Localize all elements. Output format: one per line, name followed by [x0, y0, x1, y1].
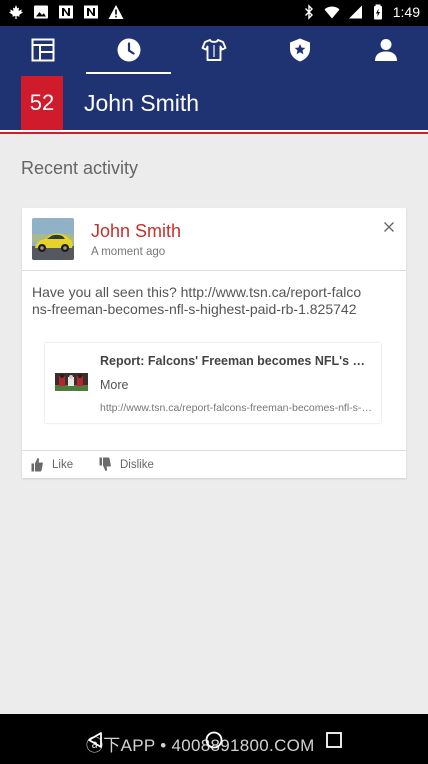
card-actions-divider [22, 450, 406, 451]
tab-recent-activity[interactable] [86, 26, 171, 74]
post-author[interactable]: John Smith [91, 221, 181, 242]
warning-icon [108, 5, 124, 19]
signal-icon [348, 5, 362, 19]
dashboard-icon [31, 38, 54, 62]
recents-icon[interactable] [325, 731, 343, 749]
top-navigation [0, 26, 428, 74]
car-photo [32, 218, 74, 260]
tab-dashboard[interactable] [0, 26, 85, 74]
player-name: John Smith [84, 90, 200, 116]
dislike-button[interactable]: Dislike [99, 457, 154, 472]
status-time: 1:49 [392, 4, 420, 20]
dislike-label: Dislike [120, 458, 154, 471]
wifi-icon [324, 6, 340, 19]
shield-star-icon [289, 38, 310, 62]
close-icon[interactable] [383, 221, 395, 233]
like-label: Like [52, 458, 74, 471]
header-divider-red [0, 132, 428, 134]
status-notification-icons [8, 4, 124, 20]
post-timestamp: A moment ago [91, 246, 166, 258]
tab-jersey[interactable] [171, 26, 256, 74]
thumbs-down-icon [99, 457, 111, 471]
n-app-icon [84, 5, 98, 19]
tab-badge[interactable] [257, 26, 342, 74]
player-header [0, 74, 428, 130]
person-icon [374, 39, 397, 61]
link-preview[interactable]: Report: Falcons' Freeman becomes NFL's h… [45, 343, 381, 423]
jersey-number-badge: 52 [21, 76, 63, 130]
avatar[interactable] [32, 218, 74, 260]
link-thumbnail [55, 373, 88, 391]
like-button[interactable]: Like [31, 457, 73, 472]
battery-icon [373, 4, 382, 20]
activity-card: John Smith A moment ago Have you all see… [22, 208, 406, 478]
link-more[interactable]: More [100, 378, 128, 392]
card-divider [22, 270, 406, 271]
n-app-icon [59, 5, 73, 19]
clock-icon [117, 38, 140, 62]
bluetooth-icon [304, 4, 313, 20]
watermark-text: ⓐ下APP • 4008891800.COM [86, 736, 315, 755]
status-system-icons: 1:49 [301, 4, 420, 20]
maple-leaf-icon [9, 5, 23, 19]
jersey-icon [201, 39, 226, 61]
link-url[interactable]: http://www.tsn.ca/report-falcons-freeman… [100, 402, 372, 414]
image-icon [34, 5, 48, 19]
link-title[interactable]: Report: Falcons' Freeman becomes NFL's h… [100, 354, 372, 368]
post-text: Have you all seen this? http://www.tsn.c… [32, 284, 362, 317]
tab-profile[interactable] [343, 26, 428, 74]
thumbs-up-icon [31, 458, 43, 472]
section-title: Recent activity [21, 158, 139, 178]
status-bar: 1:49 [0, 0, 428, 26]
